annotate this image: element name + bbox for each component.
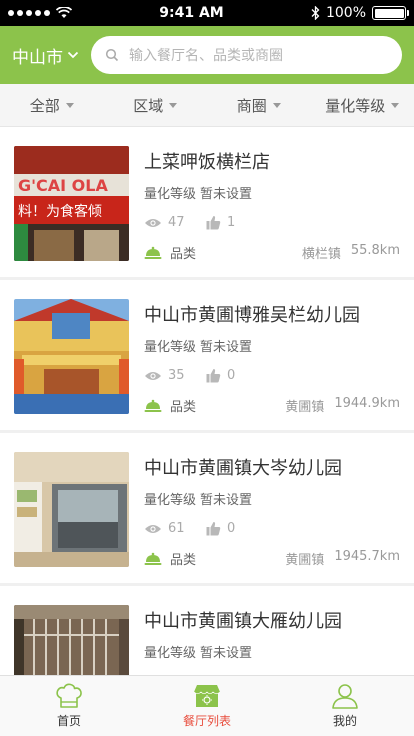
- chevron-down-icon: [67, 51, 79, 59]
- grade-row: 量化等级 暂未设置: [144, 336, 400, 355]
- restaurant-name: 上菜呷饭横栏店: [144, 152, 270, 173]
- eye-icon: [145, 371, 161, 380]
- distance: 55.8km: [350, 243, 400, 258]
- status-bar: 9:41 AM 100%: [0, 0, 414, 26]
- filter-label: 全部: [29, 96, 60, 115]
- category: 品类: [144, 396, 196, 415]
- tab-profile[interactable]: 我的: [276, 676, 414, 736]
- filter-grade[interactable]: 量化等级: [311, 95, 414, 116]
- svg-text:料！为食客倾: 料！为食客倾: [18, 203, 102, 220]
- grade-row: 量化等级 暂未设置: [144, 489, 400, 508]
- dish-cloche-icon: [144, 399, 162, 412]
- eye-icon: [145, 524, 161, 533]
- battery-icon: [372, 6, 409, 20]
- grade-value: 暂未设置: [200, 493, 253, 508]
- area: 黄圃镇: [285, 553, 325, 568]
- restaurant-photo: [14, 605, 129, 675]
- city-selector[interactable]: 中山市: [12, 43, 79, 68]
- grade-label: 量化等级: [144, 340, 197, 355]
- like-count[interactable]: 1: [206, 215, 262, 230]
- bluetooth-icon: [311, 6, 320, 20]
- filter-label: 区域: [133, 96, 164, 115]
- chef-hat-icon: [56, 683, 82, 708]
- search-placeholder: 输入餐厅名、品类或商圈: [129, 48, 283, 64]
- status-time: 9:41 AM: [159, 5, 224, 21]
- caret-down-icon: [169, 102, 178, 108]
- like-count-value: 0: [227, 368, 236, 383]
- svg-text:G'CAI OLA: G'CAI OLA: [18, 176, 108, 195]
- grade-row: 量化等级 暂未设置: [144, 642, 400, 661]
- view-count: 35: [144, 368, 200, 383]
- tab-label: 我的: [332, 714, 357, 728]
- thumbs-up-icon: [206, 522, 221, 536]
- like-count-value: 0: [227, 521, 236, 536]
- bottom-tab-bar: 首页 餐厅列表 我的: [0, 675, 414, 736]
- search-bar[interactable]: 输入餐厅名、品类或商圈: [91, 36, 402, 74]
- view-count: 61: [144, 521, 200, 536]
- view-count-value: 35: [168, 368, 185, 383]
- battery-fill: [374, 8, 404, 18]
- restaurant-card[interactable]: G'CAI OLA 料！为食客倾 上菜呷饭横栏店 量化等级暂未设置 47 1: [0, 127, 414, 277]
- eye-icon: [145, 218, 161, 227]
- area: 横栏镇: [301, 247, 341, 262]
- like-count[interactable]: 0: [206, 368, 262, 383]
- caret-down-icon: [272, 102, 281, 108]
- tab-label: 首页: [56, 714, 81, 728]
- view-count-value: 47: [168, 215, 185, 230]
- like-count[interactable]: 0: [206, 521, 262, 536]
- thumbs-up-icon: [206, 369, 221, 383]
- grade-label: 量化等级: [144, 493, 197, 508]
- view-count-value: 61: [168, 521, 185, 536]
- restaurant-name: 中山市黄圃博雅吴栏幼儿园: [144, 305, 360, 326]
- grade-value: 暂未设置: [200, 340, 253, 355]
- filter-all[interactable]: 全部: [0, 95, 104, 116]
- caret-down-icon: [391, 102, 400, 108]
- restaurant-photo: G'CAI OLA 料！为食客倾: [14, 146, 129, 261]
- city-label: 中山市: [12, 47, 63, 68]
- tab-label: 餐厅列表: [182, 714, 231, 728]
- category: 品类: [144, 243, 196, 262]
- distance: 1944.9km: [334, 396, 400, 411]
- filter-business-district[interactable]: 商圈: [207, 95, 311, 116]
- restaurant-name: 中山市黄圃镇大雁幼儿园: [144, 611, 342, 632]
- signal-icon: [8, 10, 50, 16]
- category-label: 品类: [170, 247, 197, 262]
- restaurant-card[interactable]: 中山市黄圃镇大岑幼儿园 量化等级 暂未设置 61 0 品类 黄圃镇 1945.7km: [0, 433, 414, 583]
- thumbs-up-icon: [206, 216, 221, 230]
- grade-row: 量化等级 暂未设置: [144, 183, 400, 202]
- area: 黄圃镇: [285, 400, 325, 415]
- dish-cloche-icon: [144, 552, 162, 565]
- battery-percent: 100%: [325, 5, 366, 21]
- restaurant-photo: [14, 299, 129, 414]
- like-count-value: 1: [227, 215, 236, 230]
- category-label: 品类: [170, 400, 197, 415]
- grade-label: 量化等级: [144, 646, 197, 661]
- tab-restaurant-list[interactable]: 餐厅列表: [138, 676, 276, 736]
- restaurant-card[interactable]: 中山市黄圃博雅吴栏幼儿园 量化等级 暂未设置 35 0 品类 黄圃镇 1944.9k…: [0, 280, 414, 430]
- filter-label: 商圈: [236, 96, 267, 115]
- user-icon: [332, 684, 358, 709]
- filter-area[interactable]: 区域: [104, 95, 208, 116]
- grade-value: 暂未设置: [200, 187, 253, 202]
- dish-cloche-icon: [144, 246, 162, 259]
- filter-bar: 全部 区域 商圈 量化等级: [0, 84, 414, 127]
- distance: 1945.7km: [334, 549, 400, 564]
- restaurant-photo: [14, 452, 129, 567]
- filter-label: 量化等级: [325, 96, 386, 115]
- restaurant-name: 中山市黄圃镇大岑幼儿园: [144, 458, 342, 479]
- grade-value: 暂未设置: [200, 646, 253, 661]
- storefront-icon: [193, 685, 221, 707]
- category-label: 品类: [170, 553, 197, 568]
- caret-down-icon: [65, 102, 74, 108]
- search-icon: [105, 48, 119, 62]
- restaurant-card[interactable]: 中山市黄圃镇大雁幼儿园 量化等级 暂未设置: [0, 586, 414, 675]
- restaurant-list[interactable]: G'CAI OLA 料！为食客倾 上菜呷饭横栏店 量化等级暂未设置 47 1: [0, 127, 414, 675]
- wifi-icon: [56, 7, 72, 18]
- view-count: 47: [144, 215, 200, 230]
- category: 品类: [144, 549, 196, 568]
- app-header: 中山市 输入餐厅名、品类或商圈: [0, 26, 414, 84]
- grade-label: 量化等级: [144, 187, 197, 202]
- tab-home[interactable]: 首页: [0, 676, 138, 736]
